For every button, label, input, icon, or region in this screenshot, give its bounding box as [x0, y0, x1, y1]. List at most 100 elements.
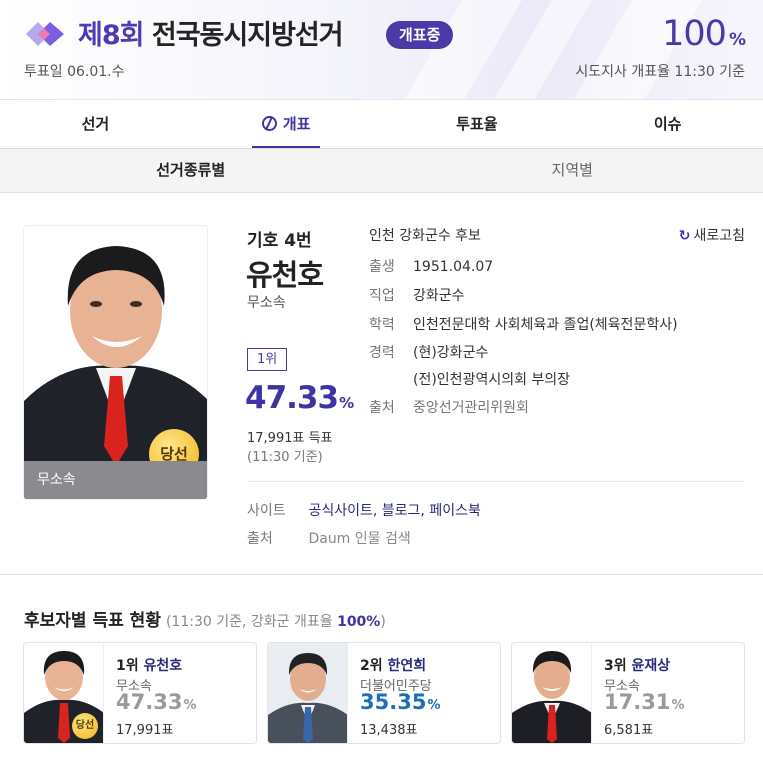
- main-tabs: 선거 개표 투표율 이슈: [0, 100, 763, 149]
- percent-unit: %: [183, 698, 197, 713]
- results-heading: 후보자별 득표 현황: [24, 611, 161, 631]
- link-separator: ,: [420, 503, 430, 519]
- source-label: 출처: [247, 531, 273, 547]
- percent-value: 17.31: [604, 690, 671, 714]
- refresh-button[interactable]: 새로고침: [679, 225, 745, 245]
- info-row-career-2: (전)인천광역시의회 부의장: [369, 369, 570, 389]
- page-title: 제8회 전국동시지방선거: [78, 13, 344, 52]
- tab-label: 이슈: [653, 115, 682, 133]
- meta-prefix: (11:30 기준, 강화군 개표율: [165, 614, 338, 630]
- counting-status-badge: 개표중: [386, 21, 454, 49]
- card-votes: 6,581표: [604, 723, 654, 738]
- card-percent: 47.33%: [116, 690, 196, 714]
- info-value: 중앙선거관리위원회: [413, 400, 529, 416]
- info-value: (전)인천광역시의회 부의장: [413, 372, 571, 388]
- info-value: 강화군수: [413, 288, 465, 304]
- headline-text: 인천 강화군수 후보: [369, 228, 481, 244]
- tab-issues[interactable]: 이슈: [572, 100, 763, 148]
- info-row-birth: 출생 1951.04.07: [369, 256, 493, 276]
- info-value: 인천전문대학 사회체육과 졸업(체육전문학사): [413, 317, 678, 333]
- results-meta: (11:30 기준, 강화군 개표율 100%): [166, 614, 386, 630]
- meta-suffix: ): [380, 614, 386, 630]
- title-number: 제8회: [78, 20, 144, 51]
- candidate-thumb: [268, 643, 347, 743]
- info-key: 출처: [369, 400, 395, 416]
- candidate-thumb: [512, 643, 591, 743]
- info-key: 경력: [369, 345, 395, 361]
- tab-election[interactable]: 선거: [0, 100, 191, 148]
- candidate-card-1[interactable]: 당선 1위 유천호 무소속 47.33% 17,991표: [23, 642, 257, 744]
- results-title: 후보자별 득표 현황 (11:30 기준, 강화군 개표율 100%): [24, 606, 386, 631]
- info-value: 1951.04.07: [413, 259, 494, 275]
- info-row-career: 경력 (현)강화군수: [369, 342, 488, 362]
- card-name: 윤재상: [631, 658, 671, 674]
- percent-value: 47.33: [245, 380, 339, 416]
- vote-date: 투표일 06.01.수: [24, 64, 125, 80]
- ballot-icon: [261, 116, 277, 131]
- percent-value: 35.35: [360, 690, 427, 714]
- count-rate-unit: %: [728, 30, 746, 50]
- card-photo: [512, 643, 592, 743]
- card-rank: 1위 유천호: [116, 655, 182, 675]
- percent-unit: %: [339, 394, 354, 412]
- card-name: 유천호: [143, 658, 183, 674]
- percent-value: 47.33: [116, 690, 183, 714]
- rank-text: 2위: [360, 658, 383, 674]
- info-key: 출생: [369, 259, 395, 275]
- percent-unit: %: [427, 698, 441, 713]
- tab-label: 선거: [81, 115, 110, 133]
- divider: [247, 481, 744, 482]
- facebook-link[interactable]: 페이스북: [429, 503, 481, 519]
- title-text: 전국동시지방선거: [151, 20, 344, 51]
- subtab-by-type[interactable]: 선거종류별: [0, 149, 382, 192]
- candidate-votes: 17,991표 득표: [247, 431, 333, 446]
- count-rate-label: 시도지사 개표율 11:30 기준: [575, 64, 745, 80]
- candidate-number: 기호 4번: [247, 231, 312, 251]
- card-percent: 35.35%: [360, 690, 440, 714]
- photo-party-label: 무소속: [24, 461, 207, 499]
- candidate-name: 유천호: [246, 258, 324, 292]
- card-rank: 3위 윤재상: [604, 655, 670, 675]
- card-percent: 17.31%: [604, 690, 684, 714]
- overall-count-rate: 100%: [662, 14, 746, 54]
- card-rank: 2위 한연희: [360, 655, 426, 675]
- candidate-card-3[interactable]: 3위 윤재상 무소속 17.31% 6,581표: [511, 642, 745, 744]
- candidate-headline: 인천 강화군수 후보: [369, 225, 481, 245]
- election-header: 제8회 전국동시지방선거 개표중 투표일 06.01.수 100% 시도지사 개…: [0, 0, 763, 100]
- sub-tabs: 선거종류별 지역별: [0, 149, 763, 193]
- tab-turnout[interactable]: 투표율: [382, 100, 573, 148]
- subtab-by-region[interactable]: 지역별: [382, 149, 763, 192]
- card-votes: 13,438표: [360, 723, 418, 738]
- official-site-link[interactable]: 공식사이트: [308, 503, 372, 519]
- source-row: 출처 Daum 인물 검색: [247, 528, 411, 548]
- candidate-card-2[interactable]: 2위 한연희 더불어민주당 35.35% 13,438표: [267, 642, 501, 744]
- candidate-percent: 47.33%: [245, 380, 354, 416]
- site-label: 사이트: [247, 503, 286, 519]
- source-value[interactable]: Daum 인물 검색: [308, 531, 410, 547]
- percent-unit: %: [671, 698, 685, 713]
- candidate-party: 무소속: [247, 295, 286, 311]
- refresh-label: 새로고침: [693, 228, 745, 244]
- blog-link[interactable]: 블로그: [382, 503, 421, 519]
- rank-text: 3위: [604, 658, 627, 674]
- info-row-source: 출처 중앙선거관리위원회: [369, 397, 529, 417]
- info-row-education: 학력 인천전문대학 사회체육과 졸업(체육전문학사): [369, 314, 678, 334]
- election-logo-icon: [26, 22, 64, 46]
- card-photo: [268, 643, 348, 743]
- link-separator: ,: [372, 503, 382, 519]
- section-divider: [0, 574, 763, 575]
- tab-label: 개표: [282, 115, 311, 133]
- tab-counting[interactable]: 개표: [191, 100, 382, 148]
- tab-label: 투표율: [456, 115, 498, 133]
- site-row: 사이트 공식사이트, 블로그, 페이스북: [247, 500, 481, 520]
- meta-rate: 100%: [337, 614, 381, 630]
- candidate-rank: 1위: [247, 348, 288, 371]
- rank-text: 1위: [116, 658, 139, 674]
- info-key: 직업: [369, 288, 395, 304]
- candidate-photo: 당선 무소속: [23, 225, 208, 500]
- info-key: 학력: [369, 317, 395, 333]
- card-photo: 당선: [24, 643, 104, 743]
- info-value: (현)강화군수: [413, 345, 489, 361]
- count-rate-value: 100: [662, 14, 727, 54]
- card-votes: 17,991표: [116, 723, 174, 738]
